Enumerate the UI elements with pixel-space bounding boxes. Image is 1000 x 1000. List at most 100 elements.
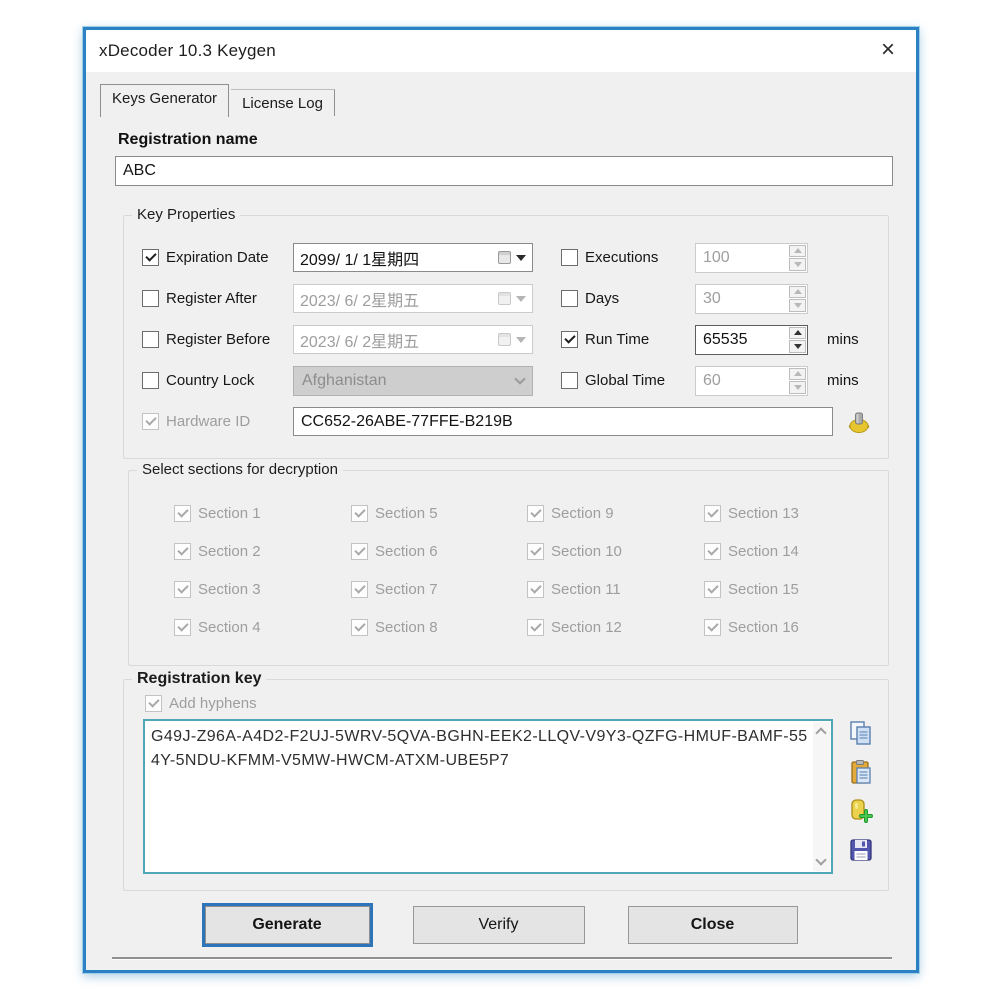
- section-checkbox: Section 14: [704, 543, 888, 560]
- checkbox-box[interactable]: [142, 290, 159, 307]
- checkbox-box[interactable]: [561, 372, 578, 389]
- run-time-value: 65535: [696, 326, 788, 354]
- days-checkbox[interactable]: Days: [561, 290, 695, 307]
- country-lock-label: Country Lock: [166, 372, 254, 389]
- section-checkbox: Section 11: [527, 581, 704, 598]
- days-label: Days: [585, 290, 619, 307]
- section-checkbox: Section 13: [704, 505, 888, 522]
- sections-grid: Section 1 Section 2 Section 3 Section 4 …: [174, 494, 888, 646]
- expiration-date-value: 2099/ 1/ 1星期四: [300, 246, 498, 270]
- section-label: Section 8: [375, 619, 438, 636]
- verify-button[interactable]: Verify: [413, 906, 585, 944]
- tab-keys-generator[interactable]: Keys Generator: [100, 84, 229, 117]
- generate-button[interactable]: Generate: [205, 906, 370, 944]
- country-lock-checkbox[interactable]: Country Lock: [142, 372, 293, 389]
- register-before-label: Register Before: [166, 331, 270, 348]
- dongle-icon[interactable]: [846, 409, 872, 435]
- executions-value: 100: [696, 244, 788, 272]
- section-label: Section 14: [728, 543, 799, 560]
- checkbox-box[interactable]: [561, 249, 578, 266]
- section-label: Section 7: [375, 581, 438, 598]
- checkbox-box: [704, 505, 721, 522]
- spin-down-icon: [789, 381, 806, 394]
- section-label: Section 1: [198, 505, 261, 522]
- section-label: Section 3: [198, 581, 261, 598]
- checkbox-box[interactable]: [142, 372, 159, 389]
- key-scrollbar[interactable]: [813, 722, 830, 871]
- global-time-label: Global Time: [585, 372, 665, 389]
- section-checkbox: Section 4: [174, 619, 351, 636]
- scroll-up-icon[interactable]: [815, 727, 826, 738]
- row-register-before-runtime: Register Before 2023/ 6/ 2星期五 Run Time 6…: [142, 319, 888, 360]
- checkbox-box[interactable]: [561, 331, 578, 348]
- section-label: Section 10: [551, 543, 622, 560]
- section-checkbox: Section 1: [174, 505, 351, 522]
- key-properties-group: Key Properties Expiration Date 2099/ 1/ …: [123, 215, 889, 459]
- executions-spinner[interactable]: 100: [695, 243, 808, 273]
- hardware-id-checkbox: Hardware ID: [142, 413, 293, 430]
- row-expiration-executions: Expiration Date 2099/ 1/ 1星期四 Executions…: [142, 237, 888, 278]
- checkbox-box[interactable]: [561, 290, 578, 307]
- executions-label: Executions: [585, 249, 658, 266]
- register-after-label: Register After: [166, 290, 257, 307]
- checkbox-box: [351, 505, 368, 522]
- chevron-down-icon: [514, 373, 525, 384]
- close-icon[interactable]: ×: [866, 30, 910, 70]
- checkbox-box: [174, 505, 191, 522]
- checkbox-box: [174, 581, 191, 598]
- register-before-checkbox[interactable]: Register Before: [142, 331, 293, 348]
- paste-icon[interactable]: [848, 759, 874, 785]
- checkbox-box: [351, 581, 368, 598]
- spin-up-icon[interactable]: [789, 327, 806, 340]
- checkbox-box[interactable]: [142, 331, 159, 348]
- section-checkbox: Section 16: [704, 619, 888, 636]
- register-before-value: 2023/ 6/ 2星期五: [300, 328, 498, 352]
- spin-down-icon[interactable]: [789, 340, 806, 353]
- days-spinner: 30: [695, 284, 808, 314]
- calendar-dropdown-icon: [498, 333, 511, 346]
- hardware-id-label: Hardware ID: [166, 413, 250, 430]
- hardware-id-input[interactable]: CC652-26ABE-77FFE-B219B: [293, 407, 833, 436]
- expiration-date-picker[interactable]: 2099/ 1/ 1星期四: [293, 243, 533, 272]
- row-register-after-days: Register After 2023/ 6/ 2星期五 Days 30: [142, 278, 888, 319]
- executions-checkbox[interactable]: Executions: [561, 249, 695, 266]
- calendar-dropdown-icon[interactable]: [498, 251, 511, 264]
- spin-up-icon: [789, 286, 806, 299]
- section-label: Section 5: [375, 505, 438, 522]
- section-checkbox: Section 9: [527, 505, 704, 522]
- days-value: 30: [696, 285, 788, 313]
- checkbox-box: [145, 695, 162, 712]
- tab-license-log[interactable]: License Log: [231, 89, 335, 116]
- global-time-checkbox[interactable]: Global Time: [561, 372, 695, 389]
- tab-page-bottom-edge: [112, 957, 892, 959]
- window-title: xDecoder 10.3 Keygen: [86, 41, 276, 61]
- save-icon[interactable]: [848, 837, 874, 863]
- section-checkbox: Section 15: [704, 581, 888, 598]
- registration-key-textarea[interactable]: G49J-Z96A-A4D2-F2UJ-5WRV-5QVA-BGHN-EEK2-…: [143, 719, 833, 874]
- global-time-unit: mins: [827, 372, 859, 389]
- section-label: Section 6: [375, 543, 438, 560]
- copy-icon[interactable]: [848, 720, 874, 746]
- run-time-unit: mins: [827, 331, 859, 348]
- dropdown-arrow-icon[interactable]: [516, 255, 526, 261]
- spin-down-icon[interactable]: [789, 258, 806, 271]
- registration-name-input[interactable]: ABC: [115, 156, 893, 186]
- add-key-icon[interactable]: [848, 798, 874, 824]
- section-checkbox: Section 8: [351, 619, 527, 636]
- close-button[interactable]: Close: [628, 906, 798, 944]
- register-before-picker: 2023/ 6/ 2星期五: [293, 325, 533, 354]
- run-time-checkbox[interactable]: Run Time: [561, 331, 695, 348]
- scroll-down-icon[interactable]: [815, 854, 826, 865]
- run-time-spinner[interactable]: 65535: [695, 325, 808, 355]
- register-after-checkbox[interactable]: Register After: [142, 290, 293, 307]
- spin-up-icon[interactable]: [789, 245, 806, 258]
- checkbox-box[interactable]: [142, 249, 159, 266]
- keygen-window: xDecoder 10.3 Keygen × Keys Generator Li…: [83, 27, 919, 973]
- section-label: Section 11: [551, 581, 621, 598]
- checkbox-box: [527, 543, 544, 560]
- button-row: Generate Verify Close: [86, 906, 916, 944]
- section-label: Section 4: [198, 619, 261, 636]
- country-select: Afghanistan: [293, 366, 533, 396]
- checkbox-box: [527, 619, 544, 636]
- expiration-date-checkbox[interactable]: Expiration Date: [142, 249, 293, 266]
